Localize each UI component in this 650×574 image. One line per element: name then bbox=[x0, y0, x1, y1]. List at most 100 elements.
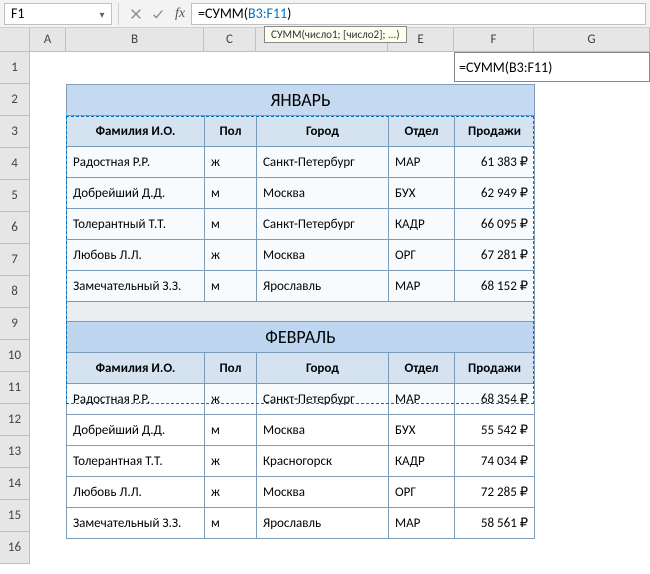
month2-title-row: ФЕВРАЛЬ bbox=[67, 322, 535, 353]
row-header-16[interactable]: 16 bbox=[0, 532, 30, 564]
chevron-down-icon[interactable]: ▾ bbox=[95, 8, 109, 22]
cell-sales[interactable]: 68 152 ₽ bbox=[455, 271, 535, 302]
cell-city[interactable]: Москва bbox=[257, 178, 389, 209]
formula-fn: СУММ bbox=[205, 5, 244, 22]
col-header-B[interactable]: B bbox=[66, 28, 204, 52]
enter-icon[interactable] bbox=[147, 3, 169, 25]
row-header-4[interactable]: 4 bbox=[0, 148, 30, 180]
cell-dept[interactable]: МАР bbox=[389, 271, 455, 302]
table-row: Радостная Р.Р.жСанкт-ПетербургМАР68 354 … bbox=[67, 384, 535, 415]
col-header-C[interactable]: C bbox=[204, 28, 256, 52]
cell-sales[interactable]: 58 561 ₽ bbox=[455, 508, 535, 539]
cell-sex[interactable]: ж bbox=[205, 477, 257, 508]
row-header-15[interactable]: 15 bbox=[0, 500, 30, 532]
col-dept-2: Отдел bbox=[389, 353, 455, 384]
col-sales: Продажи bbox=[455, 116, 535, 147]
cell-dept[interactable]: КАДР bbox=[389, 446, 455, 477]
cell-city[interactable]: Москва bbox=[257, 477, 389, 508]
row-header-13[interactable]: 13 bbox=[0, 436, 30, 468]
data-table: ЯНВАРЬ Фамилия И.О. Пол Город Отдел Прод… bbox=[66, 84, 535, 539]
cell-name[interactable]: Добрейший Д.Д. bbox=[67, 415, 205, 446]
cell-dept[interactable]: БУХ bbox=[389, 415, 455, 446]
cell-city[interactable]: Ярославль bbox=[257, 508, 389, 539]
table-row: Добрейший Д.Д.мМоскваБУХ62 949 ₽ bbox=[67, 178, 535, 209]
cell-name[interactable]: Добрейший Д.Д. bbox=[67, 178, 205, 209]
cell-sales[interactable]: 55 542 ₽ bbox=[455, 415, 535, 446]
month2-title: ФЕВРАЛЬ bbox=[67, 322, 535, 353]
table-row: Замечательный З.З.мЯрославльМАР58 561 ₽ bbox=[67, 508, 535, 539]
select-all-corner[interactable] bbox=[0, 28, 30, 52]
row-header-14[interactable]: 14 bbox=[0, 468, 30, 500]
formula-input[interactable]: =СУММ(B3:F11) СУММ(число1; [число2]; ...… bbox=[191, 3, 646, 25]
formula-close: ) bbox=[287, 5, 291, 22]
cell-sales[interactable]: 72 285 ₽ bbox=[455, 477, 535, 508]
row-header-3[interactable]: 3 bbox=[0, 116, 30, 148]
row-header-6[interactable]: 6 bbox=[0, 212, 30, 244]
name-box[interactable]: F1 ▾ bbox=[4, 3, 112, 25]
col-header-F[interactable]: F bbox=[454, 28, 534, 52]
cell-sex[interactable]: м bbox=[205, 209, 257, 240]
cell-dept[interactable]: МАР bbox=[389, 508, 455, 539]
cell-name[interactable]: Замечательный З.З. bbox=[67, 508, 205, 539]
cell-sales[interactable]: 66 095 ₽ bbox=[455, 209, 535, 240]
cell-sex[interactable]: м bbox=[205, 508, 257, 539]
row-header-11[interactable]: 11 bbox=[0, 372, 30, 404]
cell-sales[interactable]: 67 281 ₽ bbox=[455, 240, 535, 271]
cell-sex[interactable]: ж bbox=[205, 147, 257, 178]
row-header-9[interactable]: 9 bbox=[0, 308, 30, 340]
insert-function-button[interactable]: fx bbox=[169, 3, 191, 25]
divider bbox=[118, 3, 119, 25]
cell-sales[interactable]: 61 383 ₽ bbox=[455, 147, 535, 178]
cell-name[interactable]: Замечательный З.З. bbox=[67, 271, 205, 302]
cell-sales[interactable]: 62 949 ₽ bbox=[455, 178, 535, 209]
cell-dept[interactable]: КАДР bbox=[389, 209, 455, 240]
cell-name[interactable]: Толерантный Т.Т. bbox=[67, 209, 205, 240]
cell-dept[interactable]: МАР bbox=[389, 384, 455, 415]
cell-name[interactable]: Радостная Р.Р. bbox=[67, 384, 205, 415]
col-header-G[interactable]: G bbox=[534, 28, 650, 52]
spacer-row bbox=[67, 302, 535, 322]
col-header-A[interactable]: A bbox=[30, 28, 66, 52]
cell-dept[interactable]: ОРГ bbox=[389, 240, 455, 271]
cell-city[interactable]: Ярославль bbox=[257, 271, 389, 302]
cell-sex[interactable]: м bbox=[205, 178, 257, 209]
cell-city[interactable]: Красногорск bbox=[257, 446, 389, 477]
cell-city[interactable]: Москва bbox=[257, 240, 389, 271]
cell-name[interactable]: Любовь Л.Л. bbox=[67, 240, 205, 271]
month1-title: ЯНВАРЬ bbox=[67, 85, 535, 116]
col-city: Город bbox=[257, 116, 389, 147]
col-name: Фамилия И.О. bbox=[67, 116, 205, 147]
col-sex: Пол bbox=[205, 116, 257, 147]
cancel-icon[interactable] bbox=[125, 3, 147, 25]
row-header-8[interactable]: 8 bbox=[0, 276, 30, 308]
row-header-5[interactable]: 5 bbox=[0, 180, 30, 212]
cell-sex[interactable]: м bbox=[205, 271, 257, 302]
cell-sex[interactable]: м bbox=[205, 415, 257, 446]
row-header-1[interactable]: 1 bbox=[0, 52, 30, 84]
cell-sales[interactable]: 68 354 ₽ bbox=[455, 384, 535, 415]
row-header-12[interactable]: 12 bbox=[0, 404, 30, 436]
col-sales-2: Продажи bbox=[455, 353, 535, 384]
cell-city[interactable]: Санкт-Петербург bbox=[257, 209, 389, 240]
cell-dept[interactable]: МАР bbox=[389, 147, 455, 178]
row-header-7[interactable]: 7 bbox=[0, 244, 30, 276]
row-header-10[interactable]: 10 bbox=[0, 340, 30, 372]
cell-dept[interactable]: ОРГ bbox=[389, 477, 455, 508]
cell-sex[interactable]: ж bbox=[205, 446, 257, 477]
cell-name[interactable]: Радостная Р.Р. bbox=[67, 147, 205, 178]
cell-sex[interactable]: ж bbox=[205, 240, 257, 271]
cell-dept[interactable]: БУХ bbox=[389, 178, 455, 209]
cells-area[interactable]: =СУММ(B3:F11) ЯНВАРЬ Фамилия И.О. Пол Го… bbox=[30, 52, 650, 574]
cell-sex[interactable]: ж bbox=[205, 384, 257, 415]
cell-sales[interactable]: 74 034 ₽ bbox=[455, 446, 535, 477]
cell-city[interactable]: Санкт-Петербург bbox=[257, 147, 389, 178]
row-header-column: 12345678910111213141516 bbox=[0, 28, 30, 574]
cell-city[interactable]: Москва bbox=[257, 415, 389, 446]
cell-city[interactable]: Санкт-Петербург bbox=[257, 384, 389, 415]
formula-eq: = bbox=[198, 5, 205, 22]
cell-name[interactable]: Любовь Л.Л. bbox=[67, 477, 205, 508]
col-name-2: Фамилия И.О. bbox=[67, 353, 205, 384]
row-header-2[interactable]: 2 bbox=[0, 84, 30, 116]
active-cell-editor[interactable]: =СУММ(B3:F11) bbox=[454, 52, 650, 82]
cell-name[interactable]: Толерантная Т.Т. bbox=[67, 446, 205, 477]
